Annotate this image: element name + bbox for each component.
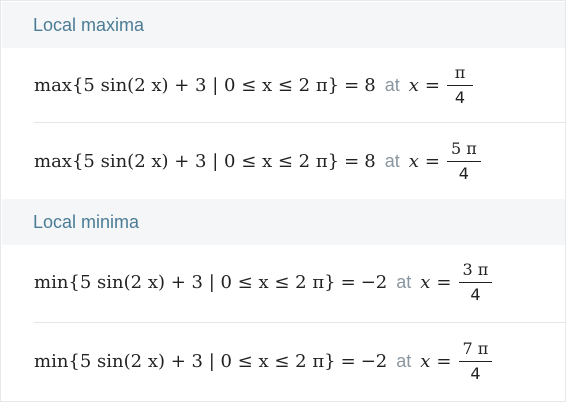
x-variable: x <box>420 350 431 372</box>
row-divider <box>34 322 565 323</box>
function-name: min <box>34 350 69 372</box>
x-variable: x <box>408 74 419 96</box>
x-equals-sign: = <box>424 74 440 96</box>
extremum-value: 8 <box>364 150 376 172</box>
fraction-denominator: 4 <box>470 363 481 383</box>
equals-sign: = <box>344 74 360 96</box>
function-name: min <box>34 271 69 293</box>
x-equals-sign: = <box>436 271 452 293</box>
local-maximum-result[interactable]: max {5 sin(2 x) + 3 | 0 ≤ x ≤ 2 π} = 8 a… <box>34 124 565 198</box>
equals-sign: = <box>340 350 356 372</box>
x-fraction: 7 π 4 <box>458 338 493 383</box>
at-label: at <box>396 271 412 292</box>
x-equals-sign: = <box>436 350 452 372</box>
function-name: max <box>34 150 72 172</box>
x-fraction: π 4 <box>446 62 473 107</box>
x-variable: x <box>420 271 431 293</box>
row-divider <box>34 122 565 123</box>
local-minima-title: Local minima <box>33 211 140 232</box>
function-name: max <box>34 74 72 96</box>
at-label: at <box>384 150 400 171</box>
expression: {5 sin(2 x) + 3 | 0 ≤ x ≤ 2 π} <box>71 74 340 96</box>
fraction-numerator: 3 π <box>462 259 489 279</box>
fraction-numerator: π <box>454 62 466 82</box>
expression: {5 sin(2 x) + 3 | 0 ≤ x ≤ 2 π} <box>68 271 336 293</box>
extremum-value: 8 <box>364 74 376 96</box>
equals-sign: = <box>340 271 356 293</box>
local-minimum-result[interactable]: min {5 sin(2 x) + 3 | 0 ≤ x ≤ 2 π} = −2 … <box>34 324 565 398</box>
fraction-denominator: 4 <box>470 284 481 304</box>
extremum-value: −2 <box>360 350 388 372</box>
fraction-numerator: 5 π <box>450 138 477 158</box>
extremum-value: −2 <box>360 271 388 293</box>
x-fraction: 5 π 4 <box>446 138 481 183</box>
x-variable: x <box>408 150 419 172</box>
fraction-denominator: 4 <box>454 87 466 107</box>
equals-sign: = <box>344 150 360 172</box>
local-maxima-title: Local maxima <box>33 14 145 35</box>
x-equals-sign: = <box>424 150 440 172</box>
fraction-numerator: 7 π <box>462 338 489 358</box>
fraction-denominator: 4 <box>458 163 469 183</box>
expression: {5 sin(2 x) + 3 | 0 ≤ x ≤ 2 π} <box>71 150 340 172</box>
local-maximum-result[interactable]: max {5 sin(2 x) + 3 | 0 ≤ x ≤ 2 π} = 8 a… <box>34 48 565 122</box>
x-fraction: 3 π 4 <box>458 259 493 304</box>
expression: {5 sin(2 x) + 3 | 0 ≤ x ≤ 2 π} <box>68 350 336 372</box>
local-maxima-header: Local maxima <box>2 2 565 48</box>
local-minimum-result[interactable]: min {5 sin(2 x) + 3 | 0 ≤ x ≤ 2 π} = −2 … <box>34 245 565 319</box>
at-label: at <box>384 74 400 95</box>
at-label: at <box>396 350 412 371</box>
local-minima-header: Local minima <box>2 199 565 245</box>
results-pod: Local maxima max {5 sin(2 x) + 3 | 0 ≤ x… <box>0 0 566 402</box>
